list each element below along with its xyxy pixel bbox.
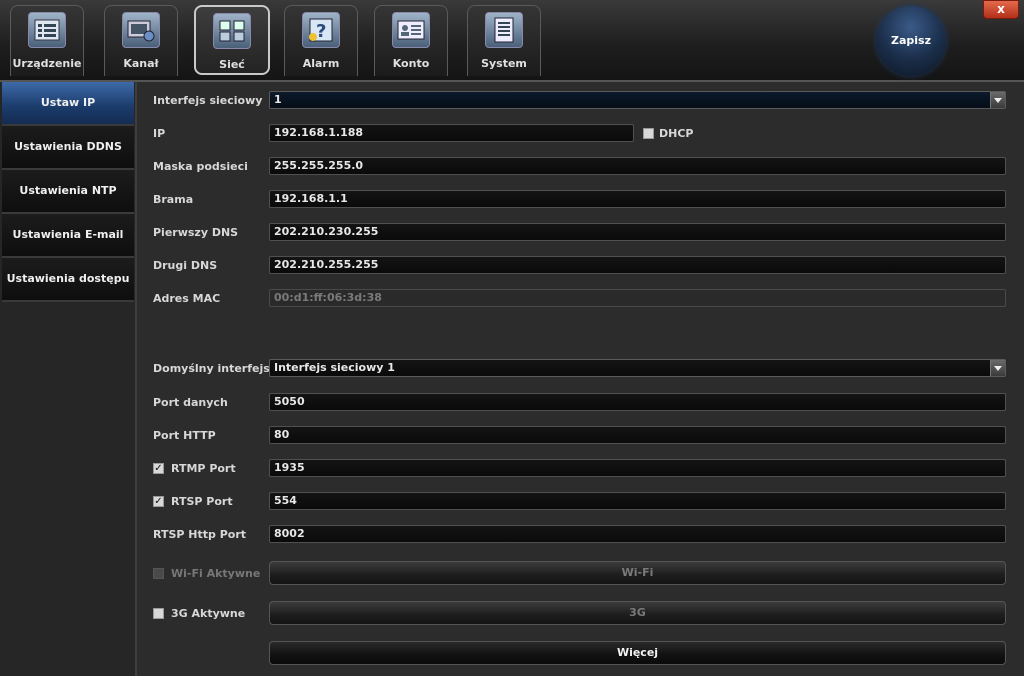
system-document-icon (485, 12, 523, 48)
rtsp-checkbox[interactable]: ✓ (153, 496, 164, 507)
tab-account[interactable]: Konto (374, 5, 448, 76)
tab-label: Kanał (123, 57, 159, 70)
3g-active-label: 3G Aktywne (171, 607, 246, 620)
subnet-mask-field[interactable]: 255.255.255.0 (269, 157, 1006, 175)
alarm-question-icon: ? (302, 12, 340, 48)
tab-channel[interactable]: Kanał (104, 5, 178, 76)
primary-dns-field[interactable]: 202.210.230.255 (269, 223, 1006, 241)
top-toolbar: Urządzenie Kanał Sieć ? Alarm Konto Syst… (0, 0, 1024, 82)
more-button[interactable]: Więcej (269, 641, 1006, 665)
secondary-dns-field[interactable]: 202.210.255.255 (269, 256, 1006, 274)
network-computers-icon (213, 13, 251, 49)
tab-label: System (481, 57, 527, 70)
chevron-down-icon[interactable] (990, 360, 1005, 376)
rtmp-port-label: RTMP Port (171, 462, 236, 475)
close-button[interactable]: x (983, 0, 1019, 19)
tab-label: Alarm (302, 57, 340, 70)
sidebar-item-ddns[interactable]: Ustawienia DDNS (2, 126, 134, 170)
subnet-mask-label: Maska podsieci (153, 160, 248, 173)
dhcp-label: DHCP (659, 127, 694, 140)
data-port-label: Port danych (153, 396, 228, 409)
svg-text:?: ? (316, 21, 326, 42)
data-port-field[interactable]: 5050 (269, 393, 1006, 411)
wifi-button[interactable]: Wi-Fi (269, 561, 1006, 585)
sidebar-item-email[interactable]: Ustawienia E-mail (2, 214, 134, 258)
tab-label: Urządzenie (12, 57, 82, 70)
network-settings-panel: Interfejs sieciowy 1 IP 192.168.1.188 DH… (137, 82, 1024, 676)
tab-label: Sieć (219, 58, 245, 71)
sidebar-item-ip-settings[interactable]: Ustaw IP (2, 82, 134, 126)
gateway-field[interactable]: 192.168.1.1 (269, 190, 1006, 208)
mac-address-label: Adres MAC (153, 292, 221, 305)
sidebar-item-ntp[interactable]: Ustawienia NTP (2, 170, 134, 214)
rtmp-checkbox[interactable]: ✓ (153, 463, 164, 474)
dhcp-checkbox[interactable] (643, 128, 654, 139)
3g-checkbox[interactable] (153, 608, 164, 619)
default-interface-label: Domyślny interfejs (153, 362, 270, 375)
interface-value: 1 (274, 93, 282, 106)
rtsp-port-field[interactable]: 554 (269, 492, 1006, 510)
mac-address-field: 00:d1:ff:06:3d:38 (269, 289, 1006, 307)
rtsp-http-port-field[interactable]: 8002 (269, 525, 1006, 543)
gateway-label: Brama (153, 193, 194, 206)
3g-button[interactable]: 3G (269, 601, 1006, 625)
tab-alarm[interactable]: ? Alarm (284, 5, 358, 76)
interface-select[interactable]: 1 (269, 91, 1006, 109)
rtsp-http-port-label: RTSP Http Port (153, 528, 247, 541)
account-card-icon (392, 12, 430, 48)
tab-label: Konto (392, 57, 430, 70)
wifi-checkbox (153, 568, 164, 579)
channel-film-icon (122, 12, 160, 48)
http-port-label: Port HTTP (153, 429, 216, 442)
save-button[interactable]: Zapisz (876, 6, 946, 76)
rtsp-port-label: RTSP Port (171, 495, 233, 508)
default-interface-select[interactable]: Interfejs sieciowy 1 (269, 359, 1006, 377)
tab-network[interactable]: Sieć (194, 5, 270, 75)
sidebar-item-access[interactable]: Ustawienia dostępu (2, 258, 134, 302)
device-list-icon (28, 12, 66, 48)
primary-dns-label: Pierwszy DNS (153, 226, 239, 239)
interface-label: Interfejs sieciowy (153, 94, 263, 107)
sidebar: Ustaw IP Ustawienia DDNS Ustawienia NTP … (0, 82, 137, 676)
secondary-dns-label: Drugi DNS (153, 259, 218, 272)
tab-system[interactable]: System (467, 5, 541, 76)
rtmp-port-field[interactable]: 1935 (269, 459, 1006, 477)
wifi-active-label: Wi-Fi Aktywne (171, 567, 261, 580)
ip-label: IP (153, 127, 166, 140)
ip-field[interactable]: 192.168.1.188 (269, 124, 634, 142)
chevron-down-icon[interactable] (990, 92, 1005, 108)
http-port-field[interactable]: 80 (269, 426, 1006, 444)
tab-device[interactable]: Urządzenie (10, 5, 84, 76)
default-interface-value: Interfejs sieciowy 1 (274, 361, 395, 374)
